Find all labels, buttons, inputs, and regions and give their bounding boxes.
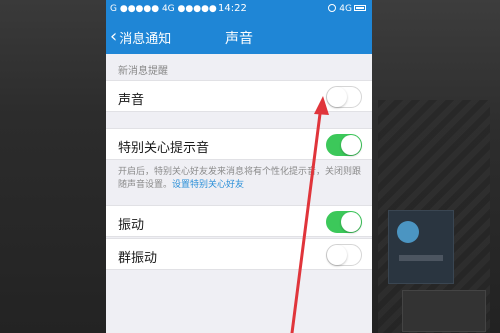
- toggle-knob: [341, 212, 361, 232]
- group-vibration-toggle[interactable]: [326, 244, 362, 266]
- special-care-label: 特别关心提示音: [118, 141, 210, 156]
- network-type: 4G: [339, 4, 352, 14]
- signal-indicators: G ●●●●● 4G ●●●●●: [110, 4, 217, 14]
- vibration-toggle[interactable]: [326, 211, 362, 233]
- status-bar: G ●●●●● 4G ●●●●● 14:22 4G: [106, 0, 372, 20]
- special-care-toggle[interactable]: [326, 134, 362, 156]
- navigation-bar: ‹ 消息通知 声音: [106, 20, 372, 54]
- toggle-knob: [327, 87, 347, 107]
- vibration-label: 振动: [118, 218, 145, 233]
- set-special-care-friends-link[interactable]: 设置特别关心好友: [172, 180, 244, 190]
- status-time: 14:22: [218, 3, 247, 14]
- background-tile-circle: [397, 221, 419, 243]
- toggle-knob: [341, 135, 361, 155]
- vibration-row: 振动: [106, 205, 372, 237]
- background-tile-bar: [399, 255, 443, 261]
- status-right: 4G: [328, 4, 366, 14]
- special-care-row: 特别关心提示音: [106, 128, 372, 160]
- group-vibration-row: 群振动: [106, 238, 372, 270]
- alarm-clock-icon: [328, 4, 337, 12]
- section-caption-new-message: 新消息提醒: [118, 66, 168, 77]
- background-left: [0, 0, 106, 333]
- background-card: [402, 290, 486, 332]
- group-vibration-label: 群振动: [118, 251, 158, 266]
- background-right: [372, 0, 500, 333]
- page-title: 声音: [225, 31, 253, 47]
- sound-label: 声音: [118, 93, 145, 108]
- special-care-description: 开启后，特别关心好友发来消息将有个性化提示音，关闭则跟随声音设置。设置特别关心好…: [118, 166, 364, 192]
- sound-toggle[interactable]: [326, 86, 362, 108]
- toggle-knob: [327, 245, 347, 265]
- battery-icon: [354, 5, 366, 11]
- background-tile: [388, 210, 454, 284]
- phone-screen: G ●●●●● 4G ●●●●● 14:22 4G ‹ 消息通知 声音 新消息提…: [106, 0, 372, 333]
- sound-row: 声音: [106, 80, 372, 112]
